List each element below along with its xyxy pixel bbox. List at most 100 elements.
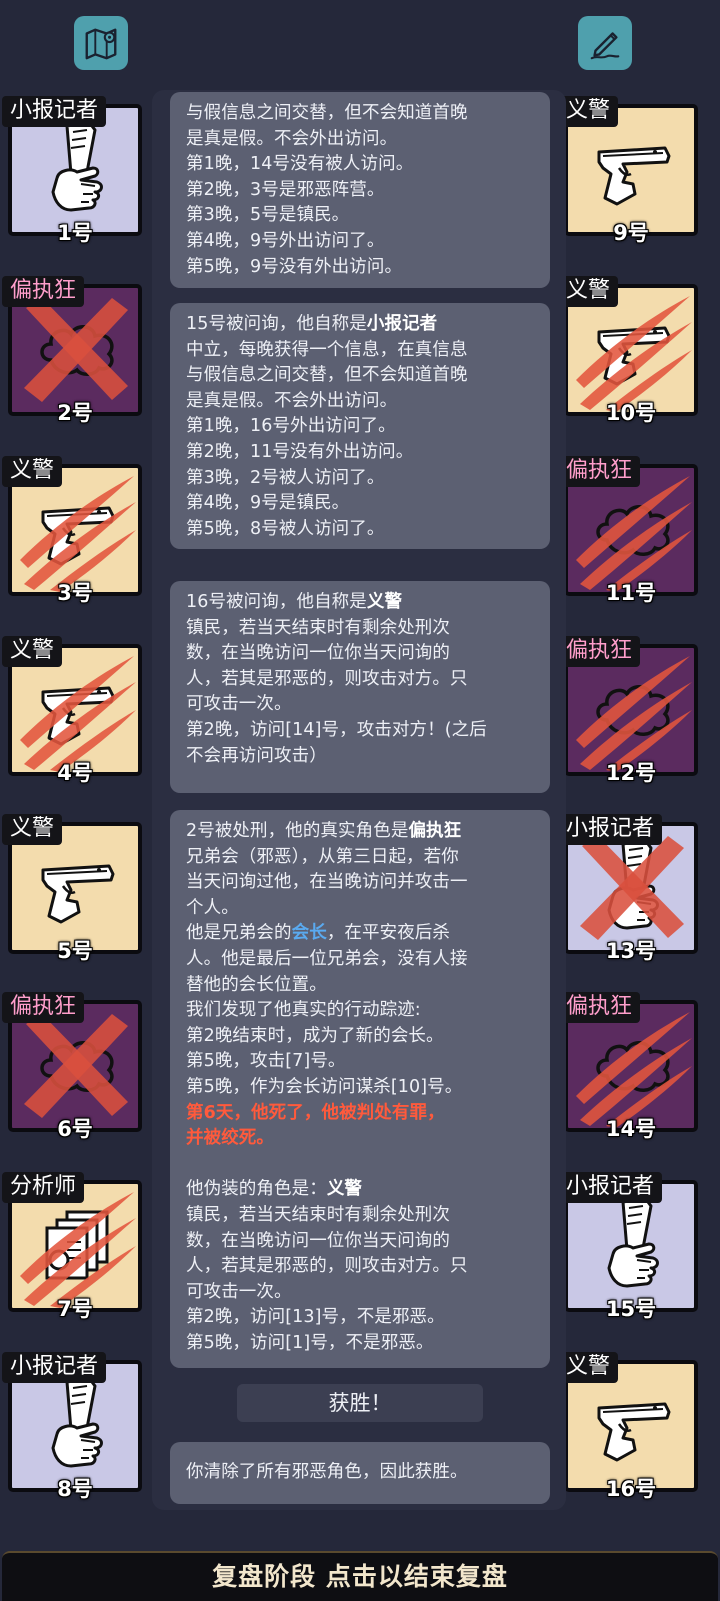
message-line: 第5晚，攻击[7]号。 (186, 1051, 346, 1072)
player-card-3号[interactable]: 义警 3号 (2, 456, 142, 606)
message-line: 当天问询过他，在当晚访问并攻击一 (186, 872, 468, 893)
newspaper-hand-icon (607, 1198, 659, 1288)
role-tag: 偏执狂 (558, 636, 641, 667)
player-number: 1号 (57, 221, 93, 245)
leader-prefix: 他是兄弟会的 (186, 923, 292, 944)
message-line: 第2晚，11号没有外出访问。 (186, 441, 414, 462)
player-card-16号[interactable]: 义警 16号 (558, 1352, 698, 1502)
message-card-16-interrogation: 16号被问询，他自称是义警 镇民，若当天结束时有剩余处刑次 数，在当晚访问一位你当… (170, 581, 550, 793)
pistol-icon (41, 864, 115, 924)
message-line: 镇民，若当天结束时有剩余处刑次 (186, 1204, 450, 1225)
message-card-2-execution: 2号被处刑，他的真实角色是偏执狂 兄弟会（邪恶），从第三日起，若你 当天问询过他，… (170, 810, 550, 1368)
death-notice: 第6天，他死了，他被判处有罪， 并被绞死。 (186, 1101, 534, 1152)
player-number: 6号 (57, 1117, 93, 1141)
player-number: 16号 (605, 1477, 657, 1501)
message-intro: 15号被问询，他自称是 (186, 314, 367, 334)
message-line: 兄弟会（邪恶），从第三日起，若你 (186, 846, 459, 867)
role-tag: 义警 (2, 456, 63, 487)
player-card-4号[interactable]: 义警 4号 (2, 636, 142, 786)
player-number: 12号 (605, 761, 657, 785)
player-number: 13号 (605, 939, 657, 963)
message-lines: 中立，每晚获得一个信息，在真信息 与假信息之间交替，但不会知道首晚 是真是假。不会外… (186, 338, 534, 543)
message-line: 第2晚，3号是邪恶阵营。 (186, 179, 385, 200)
pistol-icon (597, 1402, 671, 1462)
message-line: 第5晚，8号被人访问了。 (186, 518, 385, 539)
end-review-button[interactable]: 复盘阶段 点击以结束复盘 (2, 1551, 718, 1601)
player-number: 9号 (613, 221, 649, 245)
message-line: 数，在当晚访问一位你当天问询的 (186, 643, 450, 664)
victory-message: 你清除了所有邪恶角色，因此获胜。 (170, 1442, 550, 1504)
player-card-1号[interactable]: 小报记者 1号 (2, 96, 142, 246)
player-card-13号[interactable]: 小报记者 13号 (558, 814, 698, 964)
leader-word: 会长 (291, 923, 327, 944)
victory-text: 你清除了所有邪恶角色，因此获胜。 (186, 1462, 468, 1482)
player-card-8号[interactable]: 小报记者 8号 (2, 1352, 142, 1502)
message-line: 并被绞死。 (186, 1128, 274, 1149)
role-tag: 分析师 (2, 1172, 85, 1203)
message-lines: 镇民，若当天结束时有剩余处刑次 数，在当晚访问一位你当天问询的 人，若其是邪恶的，则… (186, 616, 534, 770)
notes-edit-icon[interactable] (578, 16, 632, 70)
message-line: 第4晚，9号外出访问了。 (186, 230, 385, 251)
leader-suffix: ，在平安夜后杀 (326, 923, 451, 944)
player-number: 15号 (605, 1297, 657, 1321)
message-line: 与假信息之间交替，但不会知道首晚 (186, 365, 468, 386)
player-number: 3号 (57, 581, 93, 605)
role-tag: 偏执狂 (558, 992, 641, 1023)
player-number: 10号 (605, 401, 657, 425)
map-icon[interactable] (74, 16, 128, 70)
message-line: 第2晚，访问[13]号，不是邪恶。 (186, 1307, 445, 1328)
message-line: 是真是假。不会外出访问。 (186, 128, 398, 149)
message-lines: 人。他是最后一位兄弟会，没有人接 替他的会长位置。 我们发现了他真实的行动踪迹: 第2… (186, 947, 534, 1101)
true-role: 偏执狂 (408, 821, 462, 841)
message-line: 不会再访问攻击） (186, 745, 327, 766)
player-card-14号[interactable]: 偏执狂 14号 (558, 992, 698, 1142)
player-card-5号[interactable]: 义警 5号 (2, 814, 142, 964)
player-card-10号[interactable]: 义警 10号 (558, 276, 698, 426)
message-line: 镇民，若当天结束时有剩余处刑次 (186, 617, 450, 638)
message-line: 我们发现了他真实的行动踪迹: (186, 1000, 421, 1021)
player-number: 5号 (57, 939, 93, 963)
message-intro: 16号被问询，他自称是 (186, 592, 367, 612)
message-line: 与假信息之间交替，但不会知道首晚 (186, 103, 468, 123)
message-line: 中立，每晚获得一个信息，在真信息 (186, 339, 468, 360)
message-line: 第3晚，5号是镇民。 (186, 205, 350, 226)
role-tag: 义警 (558, 1352, 619, 1383)
message-line: 人，若其是邪恶的，则攻击对方。只 (186, 1256, 468, 1277)
message-intro: 2号被处刑，他的真实角色是 (186, 821, 409, 841)
claimed-role: 义警 (366, 592, 403, 612)
message-line: 第2晚，访问[14]号，攻击对方！(之后 (186, 719, 487, 740)
message-line: 个人。 (186, 897, 239, 918)
role-tag: 小报记者 (558, 1172, 663, 1203)
role-tag: 义警 (558, 96, 619, 127)
newspaper-hand-icon (51, 1378, 103, 1468)
message-line: 第5晚，访问[1]号，不是邪恶。 (186, 1332, 434, 1353)
message-line: 第5晚，作为会长访问谋杀[10]号。 (186, 1076, 463, 1097)
role-tag: 小报记者 (2, 1352, 107, 1383)
message-line: 可攻击一次。 (186, 694, 292, 715)
victory-title: 获胜！ (237, 1384, 483, 1422)
player-card-12号[interactable]: 偏执狂 12号 (558, 636, 698, 786)
player-card-15号[interactable]: 小报记者 15号 (558, 1172, 698, 1322)
message-line: 第1晚，16号外出访问了。 (186, 416, 396, 437)
message-line: 是真是假。不会外出访问。 (186, 390, 398, 411)
message-card-15-interrogation: 15号被问询，他自称是小报记者 中立，每晚获得一个信息，在真信息 与假信息之间交替… (170, 303, 550, 549)
message-line: 第5晚，9号没有外出访问。 (186, 256, 403, 277)
message-card-14-info: 与假信息之间交替，但不会知道首晚 是真是假。不会外出访问。 第1晚，14号没有被人访… (170, 92, 550, 288)
message-line: 第4晚，9号是镇民。 (186, 493, 350, 514)
role-tag: 义警 (2, 636, 63, 667)
message-line: 替他的会长位置。 (186, 974, 327, 995)
message-line: 人。他是最后一位兄弟会，没有人接 (186, 948, 468, 969)
message-line: 数，在当晚访问一位你当天问询的 (186, 1230, 450, 1251)
player-card-7号[interactable]: 分析师 7号 (2, 1172, 142, 1322)
player-card-6号[interactable]: 偏执狂 6号 (2, 992, 142, 1142)
pistol-icon (597, 146, 671, 206)
role-tag: 小报记者 (2, 96, 107, 127)
message-line: 第1晚，14号没有被人访问。 (186, 154, 414, 175)
player-card-11号[interactable]: 偏执狂 11号 (558, 456, 698, 606)
role-tag: 小报记者 (558, 814, 663, 845)
player-card-9号[interactable]: 义警 9号 (558, 96, 698, 246)
player-number: 7号 (57, 1297, 93, 1321)
role-tag: 偏执狂 (2, 992, 85, 1023)
player-card-2号[interactable]: 偏执狂 2号 (2, 276, 142, 426)
